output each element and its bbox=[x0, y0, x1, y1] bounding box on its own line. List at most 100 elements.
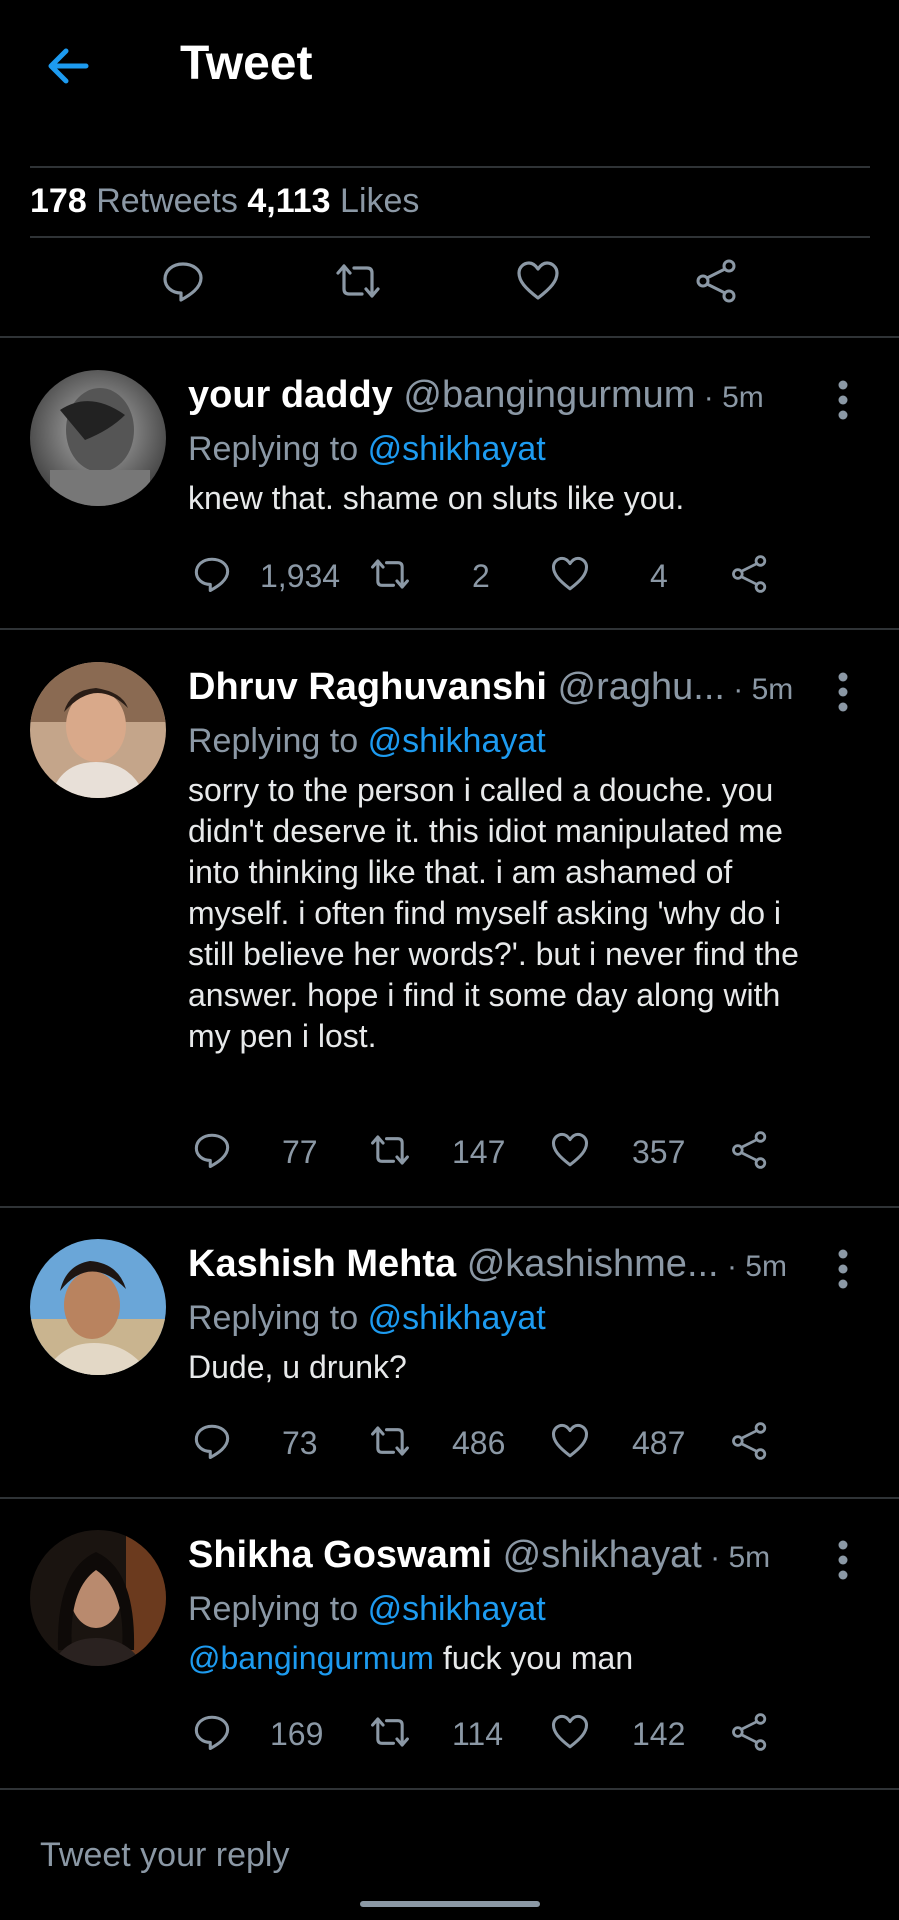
like-heart-icon[interactable] bbox=[550, 1712, 590, 1752]
retweet-icon[interactable] bbox=[370, 1712, 410, 1752]
reply-actions: 77 147 357 bbox=[0, 1130, 899, 1174]
replying-to: Replying to @shikhayat bbox=[188, 722, 546, 761]
replying-to-mention[interactable]: @shikhayat bbox=[368, 722, 546, 760]
replying-to-label: Replying to bbox=[188, 1299, 359, 1337]
reply-count: 73 bbox=[282, 1425, 318, 1461]
text-mention[interactable]: @bangingurmum bbox=[188, 1640, 434, 1676]
display-name[interactable]: Shikha Goswami bbox=[188, 1534, 492, 1576]
more-options-icon[interactable] bbox=[828, 378, 858, 424]
retweet-icon[interactable] bbox=[370, 1130, 410, 1170]
like-count: 357 bbox=[632, 1134, 686, 1170]
replying-to-mention[interactable]: @shikhayat bbox=[368, 1299, 546, 1337]
reply-icon[interactable] bbox=[192, 554, 232, 594]
reply-text: sorry to the person i called a douche. y… bbox=[188, 770, 818, 1057]
like-heart-icon[interactable] bbox=[550, 554, 590, 594]
reply-text: Dude, u drunk? bbox=[188, 1347, 818, 1388]
user-handle[interactable]: @raghu... bbox=[558, 666, 725, 708]
retweet-count: 2 bbox=[472, 558, 490, 594]
reply-icon[interactable] bbox=[160, 258, 206, 304]
display-name[interactable]: Kashish Mehta bbox=[188, 1243, 456, 1285]
retweet-icon[interactable] bbox=[370, 1421, 410, 1461]
dot-separator: · bbox=[695, 381, 723, 414]
tweet-stats: 178 Retweets 4,113 Likes bbox=[30, 182, 419, 221]
like-count: 4 bbox=[650, 558, 668, 594]
replying-to-label: Replying to bbox=[188, 1590, 359, 1628]
divider bbox=[30, 236, 870, 238]
retweet-icon[interactable] bbox=[335, 258, 381, 304]
like-heart-icon[interactable] bbox=[550, 1130, 590, 1170]
divider bbox=[0, 1206, 899, 1208]
reply-header: your daddy @bangingurmum · 5m bbox=[188, 374, 764, 417]
retweet-count: 147 bbox=[452, 1134, 506, 1170]
user-handle[interactable]: @bangingurmum bbox=[403, 374, 695, 416]
share-icon[interactable] bbox=[730, 554, 770, 594]
retweets-count[interactable]: 178 bbox=[30, 182, 87, 220]
like-count: 487 bbox=[632, 1425, 686, 1461]
like-heart-icon[interactable] bbox=[515, 258, 561, 304]
divider bbox=[0, 1788, 899, 1790]
display-name[interactable]: Dhruv Raghuvanshi bbox=[188, 666, 547, 708]
page-title: Tweet bbox=[180, 37, 313, 90]
reply-body: knew that. shame on sluts like you. bbox=[188, 480, 685, 516]
retweet-count: 114 bbox=[452, 1716, 504, 1752]
reply-time: 5m bbox=[728, 1541, 771, 1574]
more-options-icon[interactable] bbox=[828, 1538, 858, 1584]
like-heart-icon[interactable] bbox=[550, 1421, 590, 1461]
divider bbox=[0, 628, 899, 630]
likes-label[interactable]: Likes bbox=[340, 182, 419, 220]
divider bbox=[0, 336, 899, 338]
dot-separator: · bbox=[718, 1250, 746, 1283]
avatar[interactable] bbox=[30, 662, 166, 798]
avatar[interactable] bbox=[30, 1530, 166, 1666]
reply-header: Kashish Mehta @kashishme... · 5m bbox=[188, 1243, 787, 1286]
reply-icon[interactable] bbox=[192, 1421, 232, 1461]
retweet-icon[interactable] bbox=[370, 554, 410, 594]
reply-compose-input[interactable]: Tweet your reply bbox=[40, 1836, 289, 1875]
replying-to: Replying to @shikhayat bbox=[188, 430, 546, 469]
top-bar: Tweet bbox=[0, 0, 899, 130]
reply-actions: 1,934 2 4 bbox=[0, 554, 899, 598]
replying-to: Replying to @shikhayat bbox=[188, 1590, 546, 1629]
tweet-actions bbox=[0, 258, 899, 308]
replying-to-mention[interactable]: @shikhayat bbox=[368, 1590, 546, 1628]
replying-to-label: Replying to bbox=[188, 722, 359, 760]
reply-text: knew that. shame on sluts like you. bbox=[188, 478, 818, 519]
likes-count[interactable]: 4,113 bbox=[247, 182, 330, 220]
back-arrow-icon[interactable] bbox=[42, 40, 94, 92]
share-icon[interactable] bbox=[730, 1130, 770, 1170]
share-icon[interactable] bbox=[694, 258, 740, 304]
reply-time: 5m bbox=[745, 1250, 787, 1283]
home-indicator[interactable] bbox=[360, 1901, 540, 1907]
reply-count: 77 bbox=[282, 1134, 318, 1170]
reply-actions: 169 114 142 bbox=[0, 1712, 899, 1756]
reply-time: 5m bbox=[751, 673, 794, 706]
replying-to-label: Replying to bbox=[188, 430, 359, 468]
reply-icon[interactable] bbox=[192, 1130, 232, 1170]
replying-to: Replying to @shikhayat bbox=[188, 1299, 546, 1338]
reply-count: 1,934 bbox=[260, 558, 341, 594]
reply-actions: 73 486 487 bbox=[0, 1421, 899, 1465]
share-icon[interactable] bbox=[730, 1421, 770, 1461]
dot-separator: · bbox=[701, 1541, 729, 1574]
reply-time: 5m bbox=[722, 381, 764, 414]
avatar[interactable] bbox=[30, 370, 166, 506]
reply-text: @bangingurmum fuck you man bbox=[188, 1638, 818, 1679]
avatar[interactable] bbox=[30, 1239, 166, 1375]
user-handle[interactable]: @shikhayat bbox=[503, 1534, 702, 1576]
dot-separator: · bbox=[724, 673, 752, 706]
retweet-count: 486 bbox=[452, 1425, 506, 1461]
retweets-label[interactable]: Retweets bbox=[96, 182, 238, 220]
reply-icon[interactable] bbox=[192, 1712, 232, 1752]
user-handle[interactable]: @kashishme... bbox=[467, 1243, 719, 1285]
like-count: 142 bbox=[632, 1716, 686, 1752]
display-name[interactable]: your daddy bbox=[188, 374, 393, 416]
replying-to-mention[interactable]: @shikhayat bbox=[368, 430, 546, 468]
share-icon[interactable] bbox=[730, 1712, 770, 1752]
more-options-icon[interactable] bbox=[828, 1247, 858, 1293]
reply-header: Shikha Goswami @shikhayat · 5m bbox=[188, 1534, 770, 1577]
reply-header: Dhruv Raghuvanshi @raghu... · 5m bbox=[188, 666, 793, 709]
reply-body: Dude, u drunk? bbox=[188, 1349, 407, 1385]
reply-count: 169 bbox=[270, 1716, 324, 1752]
more-options-icon[interactable] bbox=[828, 670, 858, 716]
reply-body: fuck you man bbox=[433, 1640, 634, 1676]
